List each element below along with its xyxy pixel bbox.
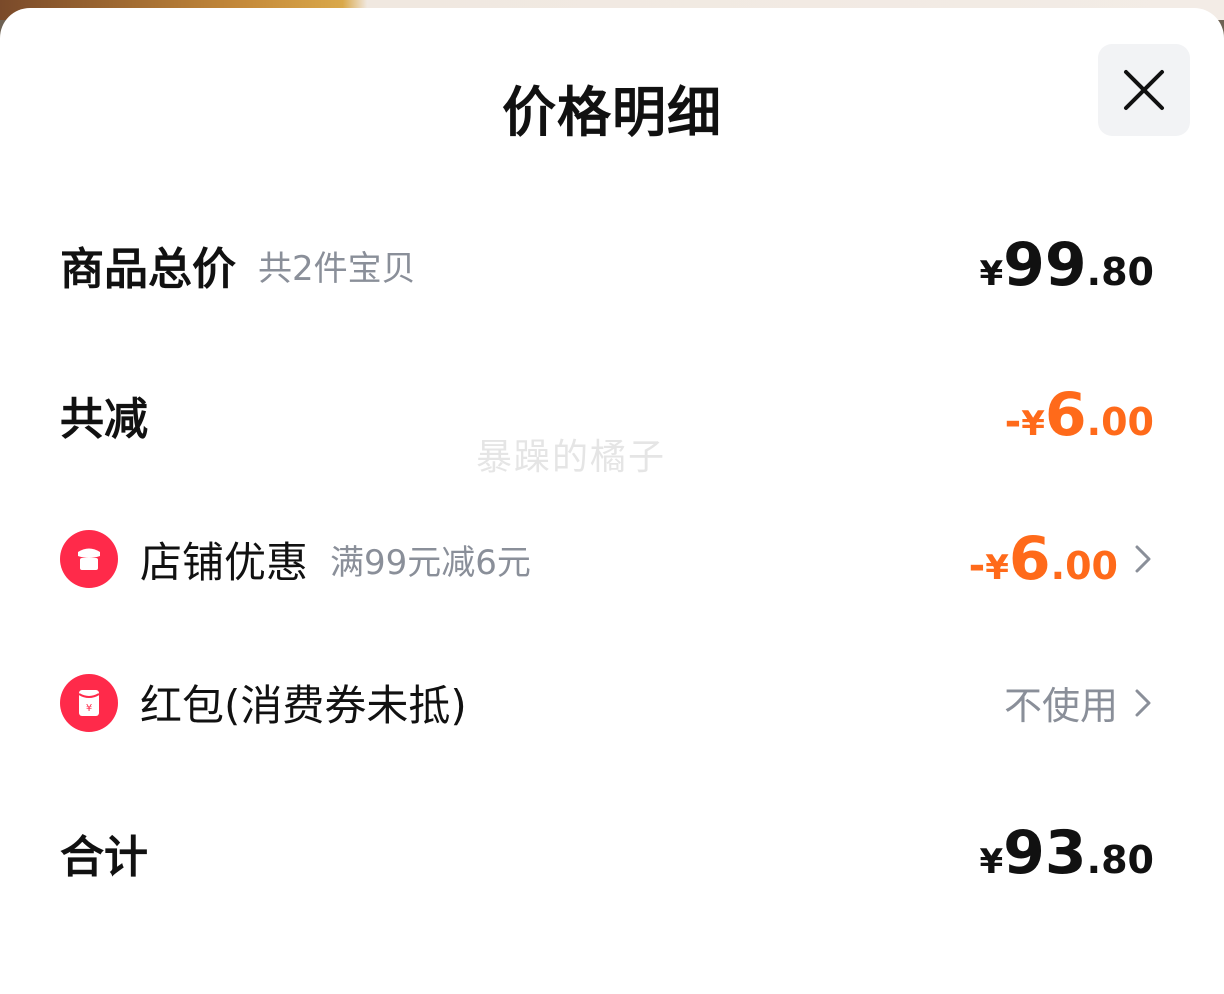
- price-integer: 6: [1044, 380, 1087, 450]
- goods-total-price: ¥99.80: [980, 230, 1155, 300]
- store-discount-row[interactable]: 店铺优惠 满99元减6元 -¥6.00: [60, 524, 1154, 594]
- price-integer: 93: [1003, 818, 1087, 888]
- sum-price: ¥93.80: [980, 818, 1155, 888]
- total-discount-row: 共减 -¥6.00: [60, 380, 1154, 450]
- currency-symbol: ¥: [979, 254, 1004, 294]
- chevron-right-icon: [1132, 542, 1154, 576]
- price-decimal: .80: [1086, 838, 1154, 882]
- sum-label: 合计: [60, 832, 148, 883]
- red-packet-label: 红包(消费券未抵): [140, 681, 467, 730]
- goods-total-row: 商品总价 共2件宝贝 ¥99.80: [60, 230, 1154, 300]
- red-packet-icon: ¥: [60, 673, 118, 732]
- goods-total-label: 商品总价: [60, 244, 236, 295]
- store-discount-label: 店铺优惠: [140, 537, 309, 587]
- currency-symbol: ¥: [979, 842, 1004, 882]
- chevron-right-icon: [1132, 686, 1154, 720]
- store-discount-rule: 满99元减6元: [330, 542, 531, 583]
- store-discount-price: -¥6.00: [969, 524, 1118, 594]
- total-discount-label: 共减: [60, 394, 148, 445]
- minus-sign: -: [968, 543, 986, 589]
- total-discount-price: -¥6.00: [1005, 380, 1154, 450]
- price-decimal: .00: [1050, 544, 1118, 588]
- page-title: 价格明细: [502, 81, 722, 144]
- svg-text:¥: ¥: [86, 703, 92, 714]
- red-packet-row[interactable]: ¥ 红包(消费券未抵) 不使用: [60, 672, 1154, 733]
- close-button[interactable]: [1098, 44, 1190, 136]
- price-decimal: .00: [1086, 400, 1154, 444]
- currency-symbol: ¥: [1021, 404, 1045, 444]
- sum-row: 合计 ¥93.80: [60, 818, 1154, 888]
- price-decimal: .80: [1086, 250, 1154, 294]
- red-packet-value: 不使用: [1003, 684, 1118, 728]
- goods-count: 共2件宝贝: [258, 248, 416, 289]
- price-integer: 99: [1003, 230, 1087, 300]
- currency-symbol: ¥: [985, 548, 1009, 588]
- price-detail-sheet: 价格明细 暴躁的橘子 商品总价 共2件宝贝 ¥99.80 共减 -¥6.00 店…: [0, 8, 1224, 994]
- store-icon: [60, 530, 118, 588]
- price-integer: 6: [1008, 524, 1051, 594]
- close-icon: [1124, 70, 1164, 110]
- minus-sign: -: [1004, 399, 1022, 445]
